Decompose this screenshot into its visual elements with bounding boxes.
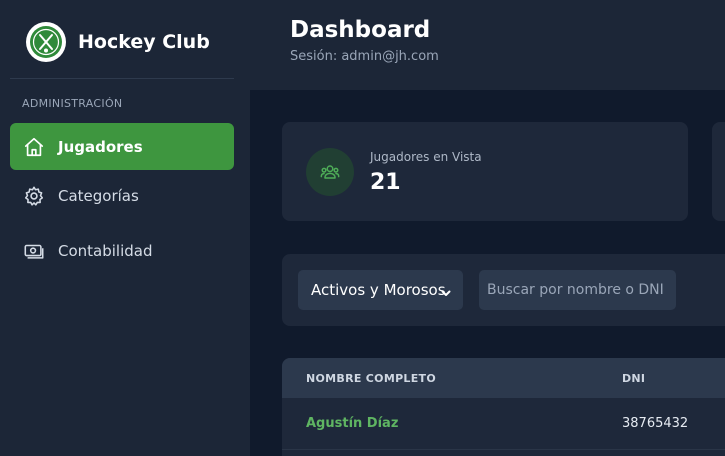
session-info: Sesión: admin@jh.com — [290, 49, 439, 64]
search-input[interactable] — [479, 270, 676, 310]
stat-value: 21 — [370, 170, 401, 195]
stat-label: Jugadores en Vista — [370, 150, 482, 164]
secondary-stat-card — [712, 122, 725, 221]
table-row[interactable]: Agustín Díaz 38765432 — [282, 398, 725, 450]
sidebar-divider — [10, 78, 234, 79]
page-title: Dashboard — [290, 17, 431, 43]
club-crest-icon — [26, 22, 66, 62]
player-name-link[interactable]: Agustín Díaz — [306, 416, 398, 431]
sidebar-item-label: Jugadores — [58, 137, 143, 156]
status-filter-value: Activos y Morosos — [311, 281, 446, 299]
brand-name: Hockey Club — [78, 31, 210, 53]
table-header: NOMBRE COMPLETO DNI — [282, 358, 725, 398]
sidebar: Hockey Club ADMINISTRACIÓN Jugadores Cat… — [0, 0, 250, 456]
page-header: Dashboard Sesión: admin@jh.com — [250, 0, 725, 90]
sidebar-section-label: ADMINISTRACIÓN — [22, 97, 123, 110]
brand[interactable]: Hockey Club — [26, 22, 210, 62]
chevron-down-icon — [440, 284, 452, 303]
sidebar-item-jugadores[interactable]: Jugadores — [10, 123, 234, 170]
home-icon — [23, 136, 45, 158]
sidebar-item-categorias[interactable]: Categorías — [10, 172, 234, 219]
players-stat-card: Jugadores en Vista 21 — [282, 122, 688, 221]
players-table: NOMBRE COMPLETO DNI Agustín Díaz 3876543… — [282, 358, 725, 456]
column-header-name[interactable]: NOMBRE COMPLETO — [306, 372, 436, 385]
cash-icon — [23, 240, 45, 262]
column-header-dni[interactable]: DNI — [622, 372, 645, 385]
sidebar-item-label: Contabilidad — [58, 241, 153, 260]
users-icon — [306, 148, 354, 196]
status-filter-select[interactable]: Activos y Morosos — [298, 270, 463, 310]
filter-bar: Activos y Morosos — [282, 254, 725, 326]
sidebar-item-label: Categorías — [58, 186, 139, 205]
sidebar-item-contabilidad[interactable]: Contabilidad — [10, 227, 234, 274]
player-dni: 38765432 — [622, 416, 689, 431]
gear-icon — [23, 185, 45, 207]
